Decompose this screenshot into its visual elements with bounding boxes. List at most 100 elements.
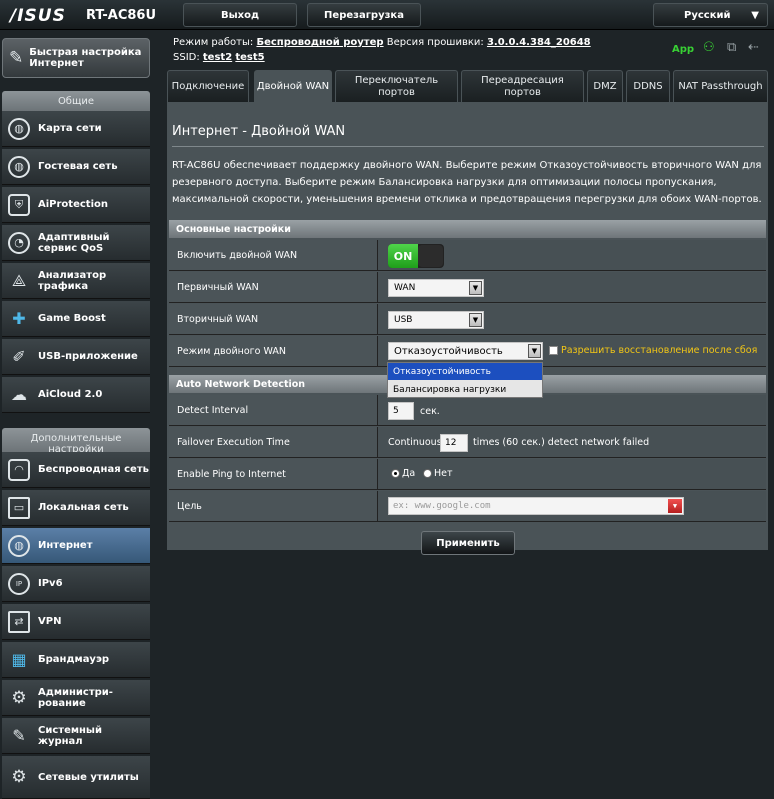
toggle-on-label: ON [388,244,418,268]
primary-wan-value: WAN [394,283,416,293]
failback-checkbox[interactable]: Разрешить восстановление после сбоя [549,345,757,356]
sidebar-item-usb-app[interactable]: ✐ USB-приложение [2,339,150,375]
tab-port-trigger[interactable]: Переключатель портов [335,70,458,102]
tab-port-forwarding[interactable]: Переадресация портов [461,70,584,102]
monitor-icon: ▭ [8,496,30,519]
logout-button[interactable]: Выход [183,3,297,27]
toggle-knob [418,245,443,267]
asus-logo: /ISUS [10,6,66,26]
sidebar-item-label: Системный журнал [38,724,102,747]
quick-setup-button[interactable]: ✎ Быстрая настройка Интернет [2,38,150,78]
ssid-label: SSID: [173,52,200,63]
tools-icon: ⚙ [11,767,27,787]
radio-unchecked [423,469,432,478]
ping-label: Enable Ping to Internet [169,459,378,489]
pulse-icon: ⟁ [11,270,27,290]
page-title: Интернет - Двойной WAN [172,124,346,139]
tab-connection[interactable]: Подключение [167,70,249,102]
failover-suffix: times (60 сек.) detect network failed [473,437,650,448]
dual-wan-mode-dropdown: Отказоустойчивость Балансировка нагрузки [387,362,543,398]
primary-wan-select[interactable]: WAN ▼ [388,279,484,297]
sidebar-item-label: Администри- рование [38,686,113,709]
secondary-wan-label: Вторичный WAN [169,304,378,334]
gauge-icon: ◔ [8,231,30,254]
sidebar-item-traffic-analyzer[interactable]: ⟁ Анализатор трафика [2,263,150,299]
radio-checked [391,469,400,478]
reboot-button[interactable]: Перезагрузка [307,3,421,27]
usb-icon: ✐ [12,347,26,366]
dual-wan-toggle[interactable]: ON [388,244,444,268]
sidebar-item-label: VPN [38,616,62,627]
operation-mode-link[interactable]: Беспроводной роутер [256,37,383,48]
secondary-wan-value: USB [394,315,413,325]
dropdown-option-load-balance[interactable]: Балансировка нагрузки [388,381,542,398]
sidebar-item-label: AiCloud 2.0 [38,389,103,400]
checkbox-box [549,346,558,355]
wifi-icon: ◠ [8,458,30,481]
language-select[interactable]: Русский ▼ [653,3,768,27]
usb-status-icon[interactable]: ⇠ [748,40,759,55]
sidebar-item-qos[interactable]: ◔ Адаптивный сервис QoS [2,225,150,261]
sidebar-item-internet[interactable]: ◍ Интернет [2,528,150,564]
enable-dual-wan-label: Включить двойной WAN [169,240,378,270]
tab-dual-wan[interactable]: Двойной WAN [254,70,332,102]
sidebar-item-label: Анализатор трафика [38,269,107,292]
basic-settings-header: Основные настройки [169,220,766,238]
secondary-wan-select[interactable]: USB ▼ [388,311,484,329]
sidebar-item-guest-network[interactable]: ◍ Гостевая сеть [2,149,150,185]
failover-count-input[interactable]: 12 [440,434,468,452]
apply-button[interactable]: Применить [421,531,515,555]
ping-yes-label: Да [402,468,416,479]
dropdown-option-failover[interactable]: Отказоустойчивость [388,363,542,380]
sidebar-item-label: Беспроводная сеть [38,464,149,475]
sidebar-item-vpn[interactable]: ⇄ VPN [2,604,150,640]
sidebar-item-lan[interactable]: ▭ Локальная сеть [2,490,150,526]
general-section-header: Общие [2,91,150,111]
firmware-label: Версия прошивки: [386,37,484,48]
sidebar-item-ipv6[interactable]: IP IPv6 [2,566,150,602]
chevron-down-icon: ▼ [528,344,541,358]
sidebar-item-label: Карта сети [38,123,102,134]
ssid-2g-link[interactable]: test2 [203,52,232,63]
chevron-down-icon: ▼ [751,9,759,21]
sidebar-item-network-map[interactable]: ◍ Карта сети [2,111,150,147]
firmware-version-link[interactable]: 3.0.0.4.384_20648 [487,37,591,48]
ping-yes-radio[interactable]: Да [391,468,415,479]
sidebar-item-aicloud[interactable]: ☁ AiCloud 2.0 [2,377,150,413]
detect-interval-input[interactable]: 5 [388,402,414,420]
chevron-down-icon[interactable]: ▼ [668,499,682,513]
sidebar-item-label: Адаптивный сервис QoS [38,231,110,254]
tab-dmz[interactable]: DMZ [587,70,623,102]
dual-wan-mode-select[interactable]: Отказоустойчивость ▼ [388,342,543,360]
sidebar-item-firewall[interactable]: ▦ Брандмауэр [2,642,150,678]
setting-row-enable: Включить двойной WAN [169,240,766,271]
gamepad-icon: ✚ [12,309,26,328]
sidebar-item-network-tools[interactable]: ⚙ Сетевые утилиты [2,756,150,799]
dual-wan-mode-value: Отказоустойчивость [394,345,503,357]
mode-label: Режим работы: [173,37,254,48]
setting-row-ping: Enable Ping to Internet [169,459,766,490]
sidebar-item-aiprotection[interactable]: ⛨ AiProtection [2,187,150,223]
sidebar-item-label: Game Boost [38,313,106,324]
globe-icon: ◍ [8,534,30,557]
tab-ddns[interactable]: DDNS [626,70,670,102]
firewall-icon: ▦ [11,650,27,669]
ping-target-input[interactable]: ex: www.google.com ▼ [388,497,684,515]
log-icon: ✎ [12,726,26,745]
admin-icon: ⚙ [11,687,27,708]
tab-nat-passthrough[interactable]: NAT Passthrough [673,70,768,102]
interval-unit: сек. [420,406,440,417]
sidebar-item-administration[interactable]: ⚙ Администри- рование [2,680,150,716]
model-name: RT-AC86U [86,8,157,23]
clients-icon[interactable]: ⚇ [703,40,715,55]
app-link[interactable]: App [672,44,694,55]
ping-no-radio[interactable]: Нет [423,468,453,479]
devices-icon[interactable]: ⧉ [727,40,736,55]
sidebar-item-label: Брандмауэр [38,654,110,665]
sidebar-item-game-boost[interactable]: ✚ Game Boost [2,301,150,337]
sidebar-item-system-log[interactable]: ✎ Системный журнал [2,718,150,754]
target-placeholder: ex: www.google.com [393,501,491,511]
sidebar-item-wireless[interactable]: ◠ Беспроводная сеть [2,452,150,488]
dual-wan-mode-label: Режим двойного WAN [169,336,378,366]
ssid-5g-link[interactable]: test5 [235,52,264,63]
